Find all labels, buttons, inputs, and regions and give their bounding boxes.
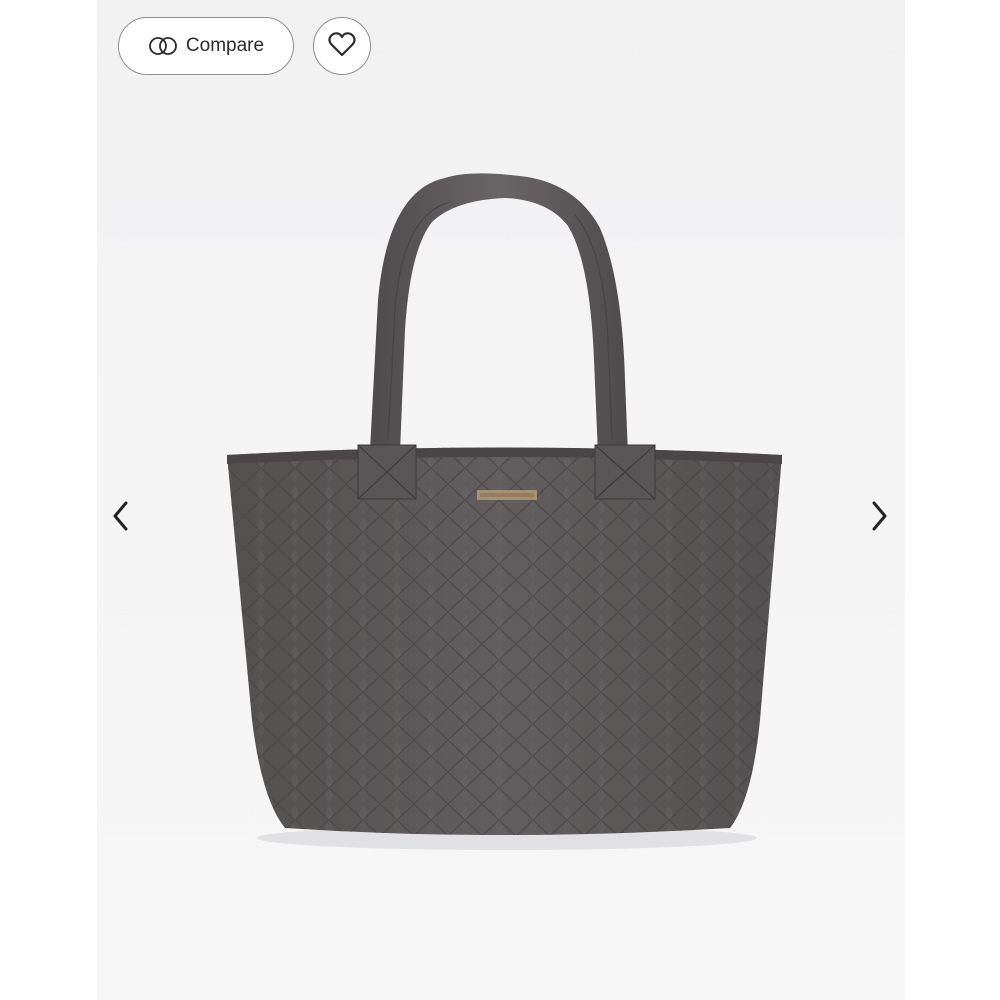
previous-image-button[interactable] (104, 498, 138, 538)
product-image (227, 173, 782, 850)
bag-handle (370, 173, 628, 455)
next-image-button[interactable] (862, 498, 896, 538)
compare-label: Compare (185, 35, 265, 56)
compare-button[interactable]: Compare (118, 17, 294, 75)
compare-rings-icon (148, 36, 178, 56)
chevron-left-icon (111, 500, 131, 537)
heart-icon (328, 31, 356, 62)
favorite-button[interactable] (313, 17, 371, 75)
chevron-right-icon (869, 500, 889, 537)
bag-quilting (227, 447, 782, 835)
